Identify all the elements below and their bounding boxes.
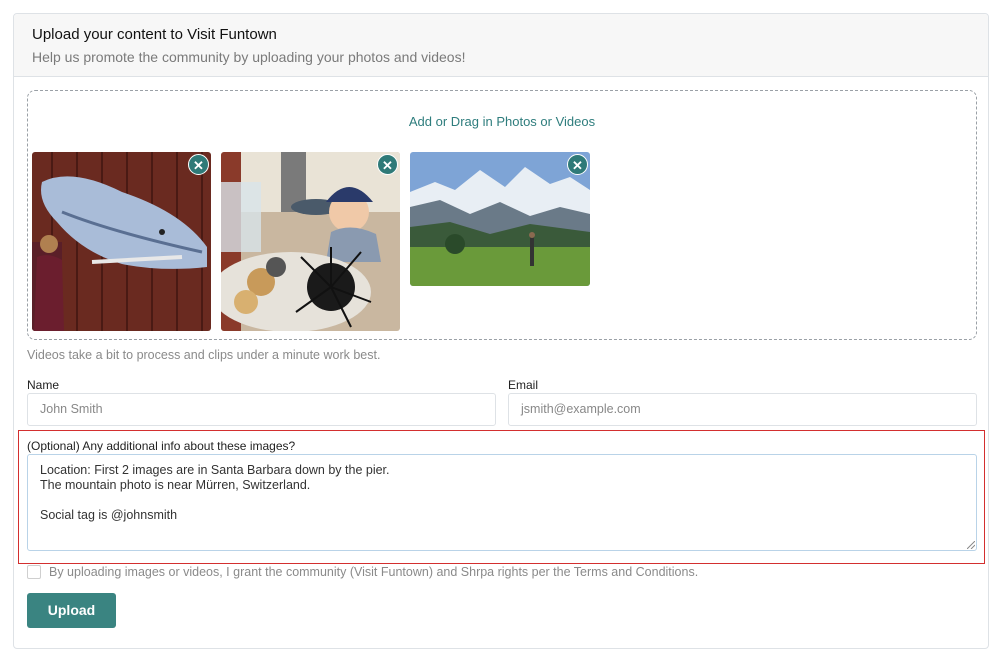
media-dropzone[interactable]: Add or Drag in Photos or Videos ✕ ✕ ✕ [27, 90, 977, 340]
additional-info-textarea[interactable]: Location: First 2 images are in Santa Ba… [27, 454, 977, 551]
remove-thumbnail-3-button[interactable]: ✕ [567, 154, 588, 175]
upload-card: Upload your content to Visit Funtown Hel… [13, 13, 989, 649]
email-input[interactable]: jsmith@example.com [508, 393, 977, 426]
dropzone-label[interactable]: Add or Drag in Photos or Videos [28, 114, 976, 129]
thumbnail-toddler: ✕ [221, 152, 400, 331]
whale-mural-photo [32, 152, 211, 331]
toddler-photo [221, 152, 400, 331]
mountain-photo [410, 152, 590, 286]
thumbnail-whale-mural: ✕ [32, 152, 211, 331]
page-title: Upload your content to Visit Funtown [32, 26, 277, 43]
name-label: Name [27, 378, 60, 392]
close-icon: ✕ [572, 158, 583, 173]
upload-hint: Videos take a bit to process and clips u… [27, 348, 381, 362]
card-header: Upload your content to Visit Funtown Hel… [14, 14, 988, 77]
thumbnail-mountains: ✕ [410, 152, 590, 286]
name-input[interactable]: John Smith [27, 393, 496, 426]
remove-thumbnail-2-button[interactable]: ✕ [377, 154, 398, 175]
page-subtitle: Help us promote the community by uploadi… [32, 49, 466, 65]
consent-checkbox[interactable] [27, 565, 41, 579]
close-icon: ✕ [193, 158, 204, 173]
additional-info-label: (Optional) Any additional info about the… [27, 439, 296, 453]
remove-thumbnail-1-button[interactable]: ✕ [188, 154, 209, 175]
resize-grip-icon[interactable] [967, 541, 975, 549]
email-label: Email [508, 378, 539, 392]
close-icon: ✕ [382, 158, 393, 173]
upload-button[interactable]: Upload [27, 593, 116, 628]
consent-text: By uploading images or videos, I grant t… [49, 565, 699, 579]
